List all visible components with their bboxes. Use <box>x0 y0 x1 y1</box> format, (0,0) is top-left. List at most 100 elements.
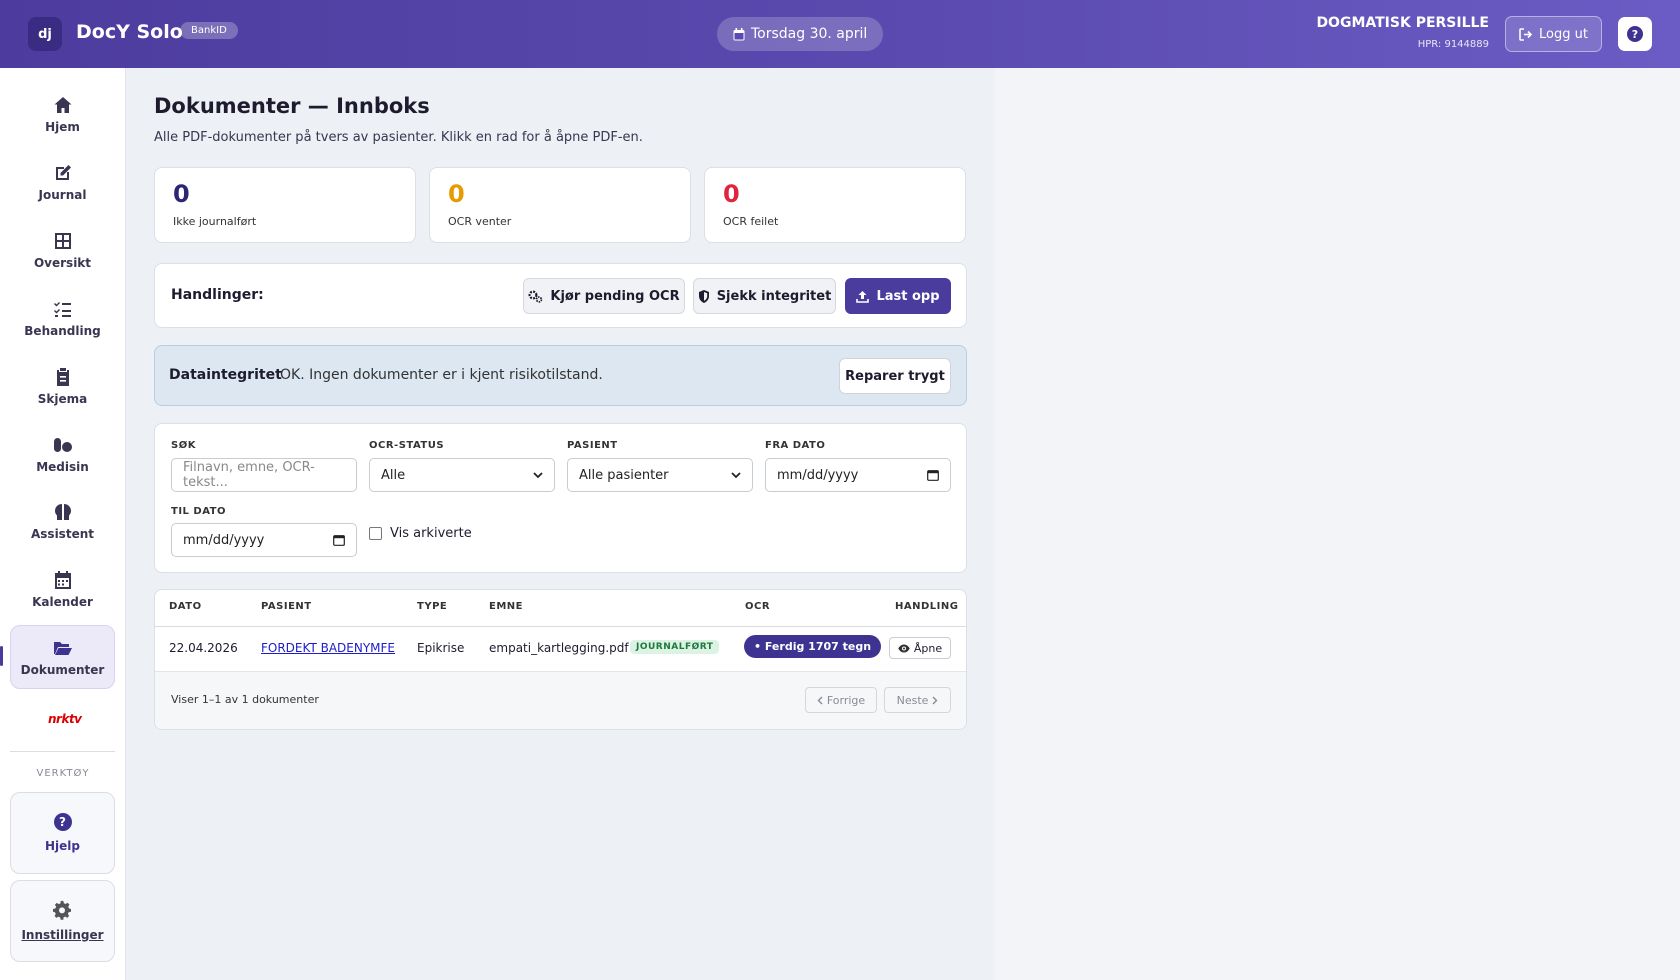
chevron-down-icon <box>533 471 543 478</box>
row-divider <box>155 671 966 672</box>
help-label: Hjelp <box>45 839 80 853</box>
sidebar: Hjem Journal Oversikt Behandling Skjema … <box>0 68 126 980</box>
next-label: Neste <box>896 693 929 707</box>
cell-type[interactable]: Epikrise <box>417 641 464 655</box>
sidebar-item-label: Assistent <box>31 526 94 541</box>
stat-card-ocr-pending: 0 OCR venter <box>429 167 691 243</box>
help-button-top[interactable]: ? <box>1618 17 1652 51</box>
next-page-button[interactable]: Neste <box>884 687 951 713</box>
ocr-status-select[interactable]: Alle <box>369 458 555 492</box>
previous-page-button[interactable]: Forrige <box>805 687 877 713</box>
run-ocr-button[interactable]: Kjør pending OCR <box>523 278 685 314</box>
upload-label: Last opp <box>876 288 940 304</box>
sidebar-item-skjema[interactable]: Skjema <box>10 354 115 418</box>
check-integrity-label: Sjekk integritet <box>716 288 832 304</box>
documents-table: DATO PASIENT TYPE EMNE OCR HANDLING 22.0… <box>154 589 967 730</box>
ocr-status-pill: • Ferdig 1707 tegn <box>744 635 882 658</box>
column-header[interactable]: DATO <box>169 601 202 612</box>
sidebar-item-behandling[interactable]: Behandling <box>10 286 115 350</box>
app-logo[interactable]: dj <box>28 17 62 51</box>
edit-icon <box>55 164 71 180</box>
tools-heading: VERKTØY <box>36 768 90 779</box>
nrk-tv-logo[interactable]: nrktv <box>48 712 82 726</box>
page-subtitle: Alle PDF-dokumenter på tvers av pasiente… <box>154 130 643 145</box>
integrity-message: OK. Ingen dokumenter er i kjent risikoti… <box>280 367 603 383</box>
sidebar-item-label: Behandling <box>24 323 101 338</box>
sidebar-item-kalender[interactable]: Kalender <box>10 557 115 621</box>
ocr-status-value: Alle <box>381 467 406 483</box>
calendar-icon <box>733 27 745 40</box>
sidebar-item-assistent[interactable]: Assistent <box>10 489 115 553</box>
sidebar-item-label: Dokumenter <box>20 662 105 677</box>
calendar-icon <box>54 570 71 589</box>
stat-card-ocr-failed: 0 OCR feilet <box>704 167 966 243</box>
integrity-panel: Dataintegritet OK. Ingen dokumenter er i… <box>154 345 967 406</box>
logout-button[interactable]: Logg ut <box>1505 16 1602 52</box>
cell-subject[interactable]: empati_kartlegging.pdf <box>489 641 629 655</box>
header-divider <box>155 626 966 627</box>
sidebar-item-label: Medisin <box>36 459 89 474</box>
sidebar-item-oversikt[interactable]: Oversikt <box>10 218 115 282</box>
check-integrity-button[interactable]: Sjekk integritet <box>693 278 836 314</box>
settings-card[interactable]: Innstillinger <box>10 880 115 962</box>
logout-label: Logg ut <box>1539 26 1588 42</box>
repair-button[interactable]: Reparer trygt <box>839 358 951 394</box>
gears-icon <box>528 289 543 303</box>
cell-date[interactable]: 22.04.2026 <box>169 641 238 655</box>
stat-label: Ikke journalført <box>173 215 257 228</box>
to-date-value: mm/dd/yyyy <box>183 532 265 548</box>
home-icon <box>54 96 71 113</box>
chevron-right-icon <box>932 696 938 704</box>
sidebar-item-label: Skjema <box>37 391 88 406</box>
date-pill: Torsdag 30. april <box>717 17 884 51</box>
patient-value: Alle pasienter <box>579 467 669 483</box>
folder-open-icon <box>53 641 72 655</box>
upload-button[interactable]: Last opp <box>845 278 951 314</box>
date-text: Torsdag 30. april <box>751 26 868 42</box>
settings-label: Innstillinger <box>21 928 104 942</box>
help-card[interactable]: ? Hjelp <box>10 792 115 874</box>
ocr-status-label: OCR-STATUS <box>369 440 445 451</box>
show-archived-checkbox[interactable]: Vis arkiverte <box>369 526 472 541</box>
sidebar-item-hjem[interactable]: Hjem <box>10 82 115 146</box>
pills-icon <box>53 437 72 452</box>
active-indicator <box>0 646 3 666</box>
pagination-summary: Viser 1–1 av 1 dokumenter <box>171 693 319 706</box>
from-date-input[interactable]: mm/dd/yyyy <box>765 458 951 492</box>
sidebar-item-medisin[interactable]: Medisin <box>10 422 115 486</box>
bankid-badge: BankID <box>180 22 238 39</box>
column-header: HANDLING <box>895 601 959 612</box>
to-date-input[interactable]: mm/dd/yyyy <box>171 523 357 557</box>
stat-label: OCR feilet <box>723 215 779 228</box>
patient-select[interactable]: Alle pasienter <box>567 458 753 492</box>
question-icon: ? <box>53 813 72 831</box>
filter-panel: SØK Filnavn, emne, OCR-tekst... OCR-STAT… <box>154 423 967 573</box>
sidebar-item-dokumenter[interactable]: Dokumenter <box>10 625 115 689</box>
brain-icon <box>54 503 71 520</box>
stat-value: 0 <box>173 180 190 208</box>
eye-icon <box>898 644 910 652</box>
shield-icon <box>698 289 709 303</box>
run-ocr-label: Kjør pending OCR <box>550 288 680 304</box>
checkbox-box[interactable] <box>369 527 382 540</box>
sidebar-item-journal[interactable]: Journal <box>10 150 115 214</box>
column-header[interactable]: TYPE <box>417 601 447 612</box>
from-date-label: FRA DATO <box>765 440 826 451</box>
search-input[interactable]: Filnavn, emne, OCR-tekst... <box>171 458 357 492</box>
upload-icon <box>856 290 870 303</box>
sidebar-item-label: Hjem <box>45 119 80 134</box>
column-header[interactable]: EMNE <box>489 601 523 612</box>
column-header[interactable]: OCR <box>745 601 770 612</box>
page-title: Dokumenter — Innboks <box>154 94 430 118</box>
main-content: Dokumenter — Innboks Alle PDF-dokumenter… <box>126 68 995 980</box>
grid-icon <box>54 232 71 249</box>
patient-label: PASIENT <box>567 440 618 451</box>
cell-patient-link[interactable]: FORDEKT BADENYMFE <box>261 641 395 655</box>
user-hpr: HPR: 9144889 <box>1417 39 1489 50</box>
open-document-button[interactable]: Åpne <box>889 637 951 659</box>
sidebar-item-label: Kalender <box>32 594 93 609</box>
from-date-value: mm/dd/yyyy <box>777 467 859 483</box>
calendar-icon <box>333 535 345 546</box>
column-header[interactable]: PASIENT <box>261 601 312 612</box>
chevron-left-icon <box>817 696 823 704</box>
